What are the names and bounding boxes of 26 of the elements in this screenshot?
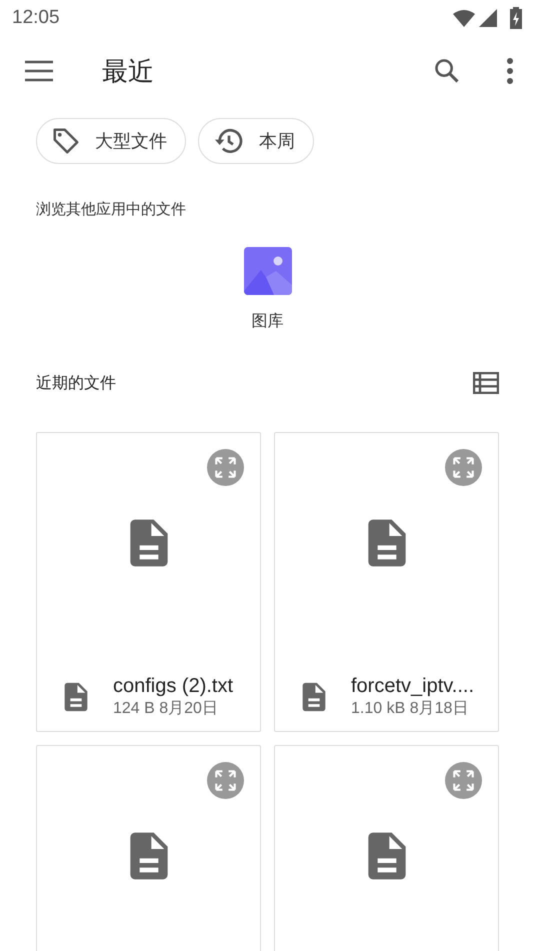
file-meta: 1.10 kB 8月18日	[351, 699, 470, 719]
file-card[interactable]: configs (2).txt 124 B 8月20日	[36, 432, 261, 732]
signal-icon	[479, 9, 497, 27]
more-options-button[interactable]	[505, 57, 515, 85]
wifi-icon	[453, 9, 475, 27]
file-meta: 124 B 8月20日	[113, 699, 219, 719]
expand-icon	[207, 762, 244, 799]
filter-chip[interactable]: 本周	[198, 118, 314, 164]
tag-icon	[51, 126, 81, 156]
section-title: 浏览其他应用中的文件	[35, 199, 187, 219]
list-view-button[interactable]	[473, 372, 499, 394]
status-time: 12:05	[12, 7, 60, 29]
file-name: configs (2).txt	[113, 675, 234, 698]
filter-chip[interactable]: 大型文件	[36, 118, 186, 164]
gallery-app[interactable]: 图库	[244, 247, 292, 332]
expand-icon	[445, 762, 482, 799]
section-title: 近期的文件	[36, 372, 116, 394]
gallery-icon	[244, 247, 292, 295]
file-name: forcetv_iptv....	[351, 675, 474, 698]
battery-charging-icon	[509, 7, 523, 29]
page-title: 最近	[102, 56, 155, 88]
menu-button[interactable]	[24, 60, 54, 82]
expand-icon	[445, 449, 482, 486]
search-button[interactable]	[433, 57, 461, 85]
file-card[interactable]: forcetv_iptv.... 1.10 kB 8月18日	[274, 432, 499, 732]
expand-icon	[207, 449, 244, 486]
